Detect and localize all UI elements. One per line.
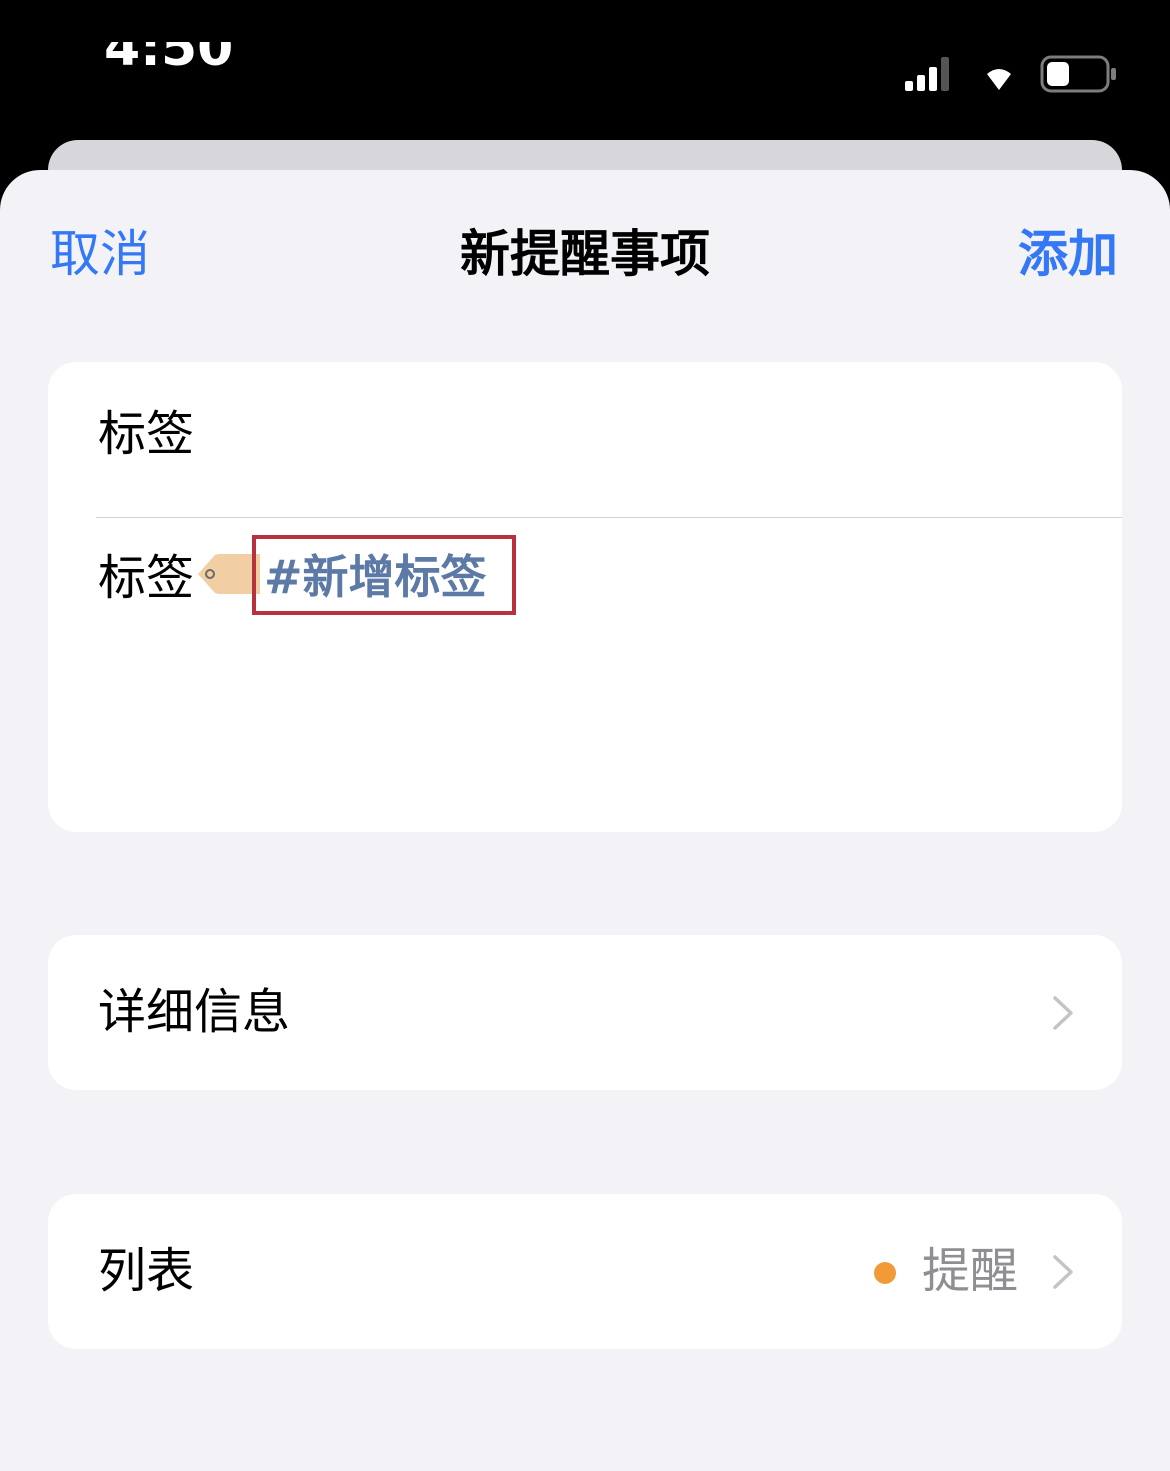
battery-icon bbox=[1040, 55, 1116, 93]
divider bbox=[96, 517, 1122, 518]
title-input[interactable] bbox=[98, 402, 998, 466]
status-bar: 4:50 bbox=[0, 0, 1170, 140]
chevron-right-icon bbox=[1053, 996, 1073, 1030]
tag-icon bbox=[198, 554, 260, 594]
notes-input[interactable]: 标签 #新增标签 bbox=[98, 535, 1078, 800]
status-time: 4:50 bbox=[104, 42, 233, 92]
status-time-text: 4:50 bbox=[104, 42, 234, 78]
cellular-signal-icon bbox=[905, 57, 949, 91]
details-row[interactable]: 详细信息 bbox=[48, 935, 1122, 1090]
tag-text: #新增标签 bbox=[264, 550, 487, 604]
wifi-icon bbox=[987, 69, 1011, 90]
reminder-input-card: 标签 #新增标签 bbox=[48, 362, 1122, 832]
list-color-dot bbox=[874, 1262, 896, 1284]
chevron-right-icon bbox=[1053, 1255, 1073, 1289]
details-label: 详细信息 bbox=[98, 984, 291, 1040]
list-value: 提醒 bbox=[922, 1243, 1019, 1299]
new-reminder-sheet: 取消 新提醒事项 添加 标签 #新增标签 详细信息 列表 提醒 bbox=[0, 170, 1170, 1471]
add-button[interactable]: 添加 bbox=[1018, 222, 1118, 286]
page-title: 新提醒事项 bbox=[460, 225, 710, 283]
notes-text: 标签 bbox=[98, 550, 195, 606]
list-row[interactable]: 列表 提醒 bbox=[48, 1194, 1122, 1349]
tag-chip[interactable]: #新增标签 bbox=[252, 535, 516, 615]
list-label: 列表 bbox=[98, 1243, 195, 1299]
